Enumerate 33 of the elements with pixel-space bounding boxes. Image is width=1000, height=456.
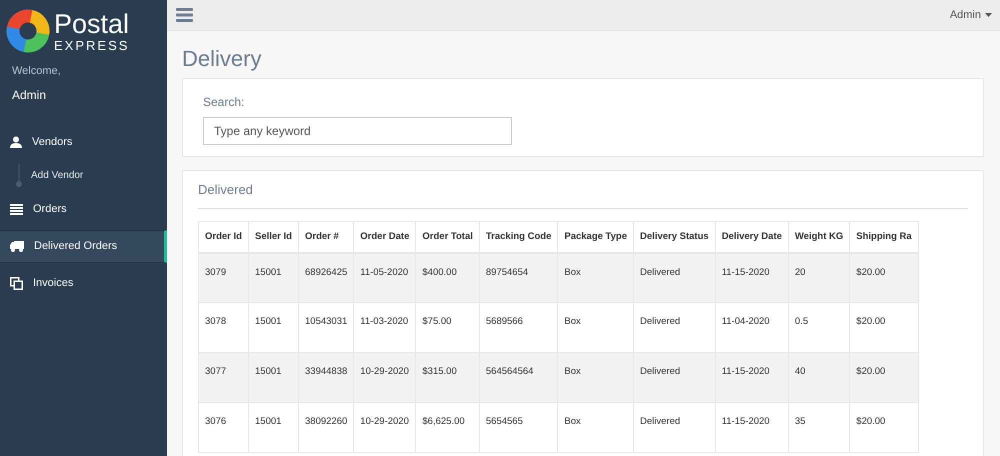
nav-item[interactable]: Orders [0, 192, 167, 226]
menu-icon[interactable] [176, 8, 193, 22]
page-title: Delivery [182, 45, 262, 73]
brand-name: Postal [54, 10, 130, 38]
welcome-text: Welcome, [11, 64, 62, 79]
user-name: Admin [11, 86, 48, 104]
table-cell: 10-29-2020 [354, 402, 416, 452]
table-cell: 38092260 [298, 402, 354, 452]
truck-icon [10, 240, 24, 252]
search-label: Search: [203, 94, 246, 111]
table-cell: 11-15-2020 [715, 402, 788, 452]
table-cell: Box [558, 402, 634, 452]
caret-icon [985, 13, 992, 17]
table-cell: 15001 [248, 402, 298, 452]
table-cell: $6,625.00 [416, 402, 480, 452]
user-icon [10, 136, 22, 148]
logo-icon [6, 9, 50, 53]
search-field[interactable]: Type any keyword [203, 117, 512, 145]
nav-item[interactable]: Invoices [0, 266, 167, 300]
nav-item[interactable]: Delivered Orders [0, 230, 167, 262]
table-cell: 35 [788, 402, 850, 452]
table-cell: 3076 [198, 402, 248, 452]
nav-item[interactable]: Vendors [0, 126, 167, 158]
tree-line-icon [16, 164, 22, 188]
list-icon [10, 204, 23, 214]
nav-subitem[interactable]: Add Vendor [0, 160, 167, 190]
user-menu[interactable]: Admin [950, 6, 992, 24]
table-cell: 5654565 [479, 402, 558, 452]
table-cell: Delivered [634, 402, 716, 452]
copy-icon [10, 276, 23, 290]
card-title: Delivered [198, 181, 254, 199]
brand-tagline: EXPRESS [54, 39, 130, 52]
table-cell: $20.00 [850, 402, 918, 452]
